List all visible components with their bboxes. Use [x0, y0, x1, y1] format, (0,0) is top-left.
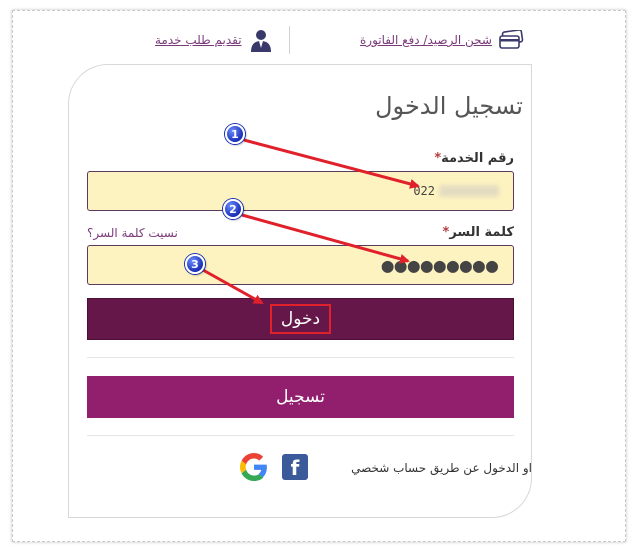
service-number-value: 022 [413, 184, 435, 198]
service-request-link[interactable]: تقديم طلب خدمة [155, 28, 274, 52]
redacted-value [439, 185, 499, 197]
credit-card-icon [498, 28, 524, 52]
forgot-password-link[interactable]: نسيت كلمة السر؟ [87, 226, 178, 240]
divider [87, 435, 514, 436]
step-badge-2: 2 [223, 199, 243, 219]
divider [87, 357, 514, 358]
login-button-label: دخول [269, 304, 332, 334]
service-number-label-text: رقم الخدمة [441, 151, 514, 166]
password-label: كلمة السر* [443, 225, 514, 240]
password-label-text: كلمة السر [449, 225, 514, 240]
social-login-text: او الدخول عن طريق حساب شخصي [351, 461, 532, 475]
login-card [68, 64, 532, 518]
service-number-label: رقم الخدمة* [434, 151, 514, 166]
register-button-label: تسجيل [276, 387, 325, 407]
service-request-link-label: تقديم طلب خدمة [155, 33, 242, 47]
page-title: تسجيل الدخول [375, 92, 523, 120]
service-number-input[interactable]: 022 [87, 171, 514, 211]
step-badge-3: 3 [185, 254, 205, 274]
register-button[interactable]: تسجيل [87, 376, 514, 418]
top-divider [289, 26, 290, 54]
user-tie-icon [248, 28, 274, 52]
google-icon[interactable] [240, 453, 268, 481]
password-value: ●●●●●●●●● [381, 253, 499, 277]
pay-bill-link[interactable]: شحن الرصيد/ دفع الفاتورة [360, 28, 524, 52]
login-button[interactable]: دخول [87, 298, 514, 340]
step-badge-1: 1 [225, 124, 245, 144]
facebook-icon[interactable]: f [282, 454, 308, 480]
password-input[interactable]: ●●●●●●●●● [87, 245, 514, 285]
pay-bill-link-label: شحن الرصيد/ دفع الفاتورة [360, 33, 492, 47]
